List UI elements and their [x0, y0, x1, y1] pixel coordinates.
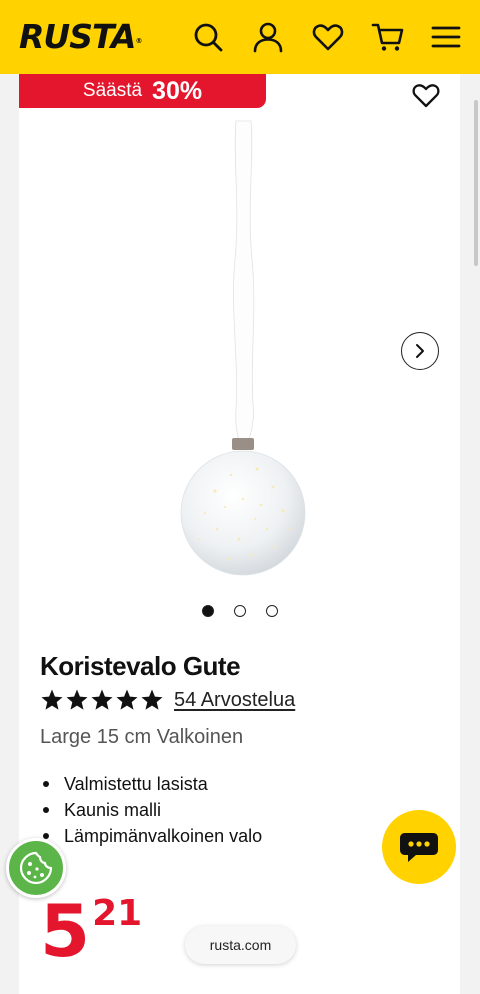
price-decimals: 21 — [92, 893, 143, 934]
star-icon — [66, 689, 88, 710]
feature-item: Kaunis malli — [43, 797, 262, 823]
add-to-wishlist-button[interactable] — [411, 80, 441, 110]
feature-item: Lämpimänvalkoinen valo — [43, 823, 262, 849]
product-title: Koristevalo Gute — [40, 651, 241, 681]
pagination-dot[interactable] — [202, 605, 214, 617]
image-pagination — [202, 605, 278, 617]
save-percent: 30% — [152, 77, 203, 105]
account-icon[interactable] — [251, 20, 285, 54]
registered-mark: ® — [135, 37, 142, 45]
next-image-button[interactable] — [401, 332, 439, 370]
price-integer: 5 — [40, 889, 91, 973]
star-icon — [116, 689, 138, 710]
wishlist-icon[interactable] — [311, 20, 345, 54]
rusta-logo[interactable]: RUSTA ® — [19, 17, 142, 57]
reviews-link[interactable]: 54 Arvostelua — [174, 689, 295, 712]
chevron-right-icon — [416, 344, 424, 358]
star-icon — [141, 689, 163, 710]
cookie-settings-button[interactable] — [6, 838, 66, 898]
product-price: 521 — [40, 892, 142, 970]
save-label: Säästä — [82, 80, 143, 101]
chat-button[interactable] — [382, 810, 456, 884]
star-icon — [41, 689, 63, 710]
pagination-dot[interactable] — [234, 605, 246, 617]
logo-text: RUSTA — [19, 17, 136, 56]
cookie-icon — [19, 851, 53, 885]
cart-icon[interactable] — [371, 20, 405, 54]
feature-item: Valmistettu lasista — [43, 771, 262, 797]
product-variant: Large 15 cm Valkoinen — [40, 726, 244, 748]
heart-icon — [412, 84, 440, 108]
page-scrollbar[interactable] — [474, 100, 478, 266]
site-header: RUSTA ® — [0, 0, 480, 74]
product-image[interactable] — [169, 119, 319, 579]
chat-icon — [400, 833, 438, 862]
product-rating: 54 Arvostelua — [40, 687, 295, 713]
save-badge: Säästä 30% — [19, 74, 266, 108]
browser-url-pill[interactable]: rusta.com — [185, 926, 296, 964]
star-icon — [91, 689, 113, 710]
pagination-dot[interactable] — [266, 605, 278, 617]
rating-stars — [40, 688, 164, 712]
menu-icon[interactable] — [429, 20, 463, 54]
feature-list: Valmistettu lasista Kaunis malli Lämpimä… — [43, 771, 262, 849]
search-icon[interactable] — [191, 20, 225, 54]
